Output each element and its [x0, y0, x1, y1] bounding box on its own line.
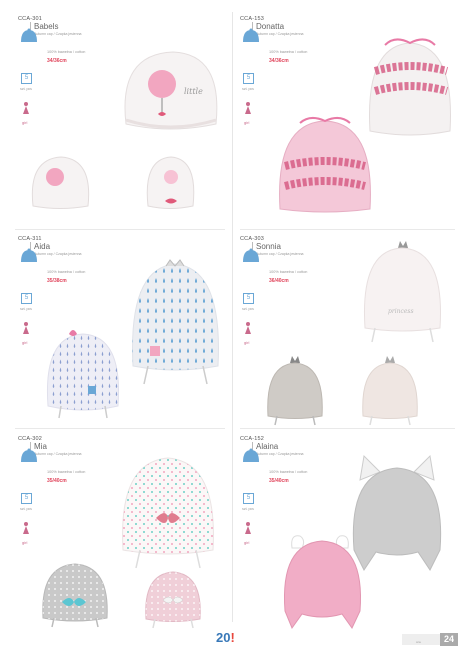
product-size: 35/40cm	[269, 478, 289, 484]
product-subtitle: Autumn cap / Czapka jesienna	[34, 452, 82, 456]
hat-photo-sonnia-grey	[267, 356, 323, 426]
hat-photo-babels-back	[146, 156, 195, 209]
hat-icon	[243, 28, 259, 42]
product-subtitle: Autumn cap / Czapka jesienna	[34, 32, 82, 36]
girl-figure-icon	[23, 102, 29, 114]
product-subtitle: Autumn cap / Czapka jesienna	[256, 252, 304, 256]
product-subtitle: Autumn cap / Czapka jesienna	[256, 452, 304, 456]
gender-label: girl	[244, 340, 250, 345]
product-size: 35/38cm	[47, 278, 67, 284]
hat-photo-sonnia-white: princess	[363, 241, 442, 343]
gender-label: girl	[22, 120, 28, 125]
product-size: 36/40cm	[269, 278, 289, 284]
product-size: 34/36cm	[47, 58, 67, 64]
hat-icon	[243, 448, 259, 462]
page-section-label: cca	[416, 640, 421, 644]
product-block-aida: CCA-311 Aida Autumn cap / Czapka jesienn…	[18, 236, 243, 436]
girl-figure-icon	[23, 522, 29, 534]
girl-figure-icon	[245, 102, 251, 114]
pieces-count: 5	[243, 293, 254, 304]
product-size: 35/40cm	[47, 478, 67, 484]
page-number-bar	[402, 634, 440, 645]
logo-main: 20	[216, 630, 231, 645]
hat-icon	[21, 248, 37, 262]
gender-label: girl	[22, 340, 28, 345]
gender-label: girl	[244, 120, 250, 125]
product-block-babels: CCA-301 Babels Autumn cap / Czapka jesie…	[18, 16, 243, 216]
hat-photo-aida-small	[46, 330, 120, 419]
hat-photo-aida-large	[132, 259, 219, 385]
gender-label: girl	[22, 540, 28, 545]
product-block-mia: CCA-302 Mia Autumn cap / Czapka jesienna…	[18, 436, 243, 636]
hat-photo-mia-large	[122, 457, 214, 569]
hat-photo-sonnia-beige	[362, 356, 418, 426]
pieces-count: 5	[21, 293, 32, 304]
brand-logo: 20!	[216, 630, 235, 645]
product-block-alaina: CCA-152 Alaina Autumn cap / Czapka jesie…	[240, 436, 465, 636]
pieces-label: szt. pcs	[242, 307, 254, 311]
pieces-label: szt. pcs	[20, 507, 32, 511]
product-composition: 100% bawełna / cotton	[269, 470, 308, 474]
product-composition: 100% bawełna / cotton	[47, 50, 86, 54]
hat-photo-mia-pink	[145, 571, 201, 629]
hat-icon	[21, 28, 37, 42]
product-subtitle: Autumn cap / Czapka jesienna	[256, 32, 304, 36]
hat-photo-mia-grey	[42, 563, 108, 628]
pieces-count: 5	[21, 493, 32, 504]
hat-photo-babels-front: little	[124, 51, 218, 130]
product-block-donatta: CCA-153 Donatta Autumn cap / Czapka jesi…	[240, 16, 465, 216]
product-composition: 100% bawełna / cotton	[47, 270, 86, 274]
catalog-page: CCA-301 Babels Autumn cap / Czapka jesie…	[0, 0, 469, 658]
hat-icon	[243, 248, 259, 262]
girl-figure-icon	[245, 322, 251, 334]
svg-text:princess: princess	[388, 308, 414, 315]
pieces-label: szt. pcs	[242, 507, 254, 511]
pieces-label: szt. pcs	[20, 307, 32, 311]
girl-figure-icon	[245, 522, 251, 534]
pieces-count: 5	[243, 493, 254, 504]
hat-photo-alaina-pink	[283, 535, 362, 630]
row-divider	[15, 229, 225, 230]
hat-icon	[21, 448, 37, 462]
logo-accent: !	[230, 630, 235, 645]
pieces-label: szt. pcs	[242, 87, 254, 91]
pieces-label: szt. pcs	[20, 87, 32, 91]
pieces-count: 5	[21, 73, 32, 84]
product-composition: 100% bawełna / cotton	[47, 470, 86, 474]
product-subtitle: Autumn cap / Czapka jesienna	[34, 252, 82, 256]
hat-photo-babels-small	[31, 156, 90, 209]
hat-photo-donatta-white	[369, 38, 451, 136]
product-composition: 100% bawełna / cotton	[269, 50, 308, 54]
hat-photo-donatta-pink	[279, 117, 371, 213]
row-divider	[240, 229, 455, 230]
svg-text:little: little	[184, 87, 203, 96]
product-composition: 100% bawełna / cotton	[269, 270, 308, 274]
girl-figure-icon	[23, 322, 29, 334]
product-size: 34/36cm	[269, 58, 289, 64]
product-block-sonnia: CCA-303 Sonnia Autumn cap / Czapka jesie…	[240, 236, 465, 436]
gender-label: girl	[244, 540, 250, 545]
page-number: 24	[440, 633, 458, 646]
pieces-count: 5	[243, 73, 254, 84]
